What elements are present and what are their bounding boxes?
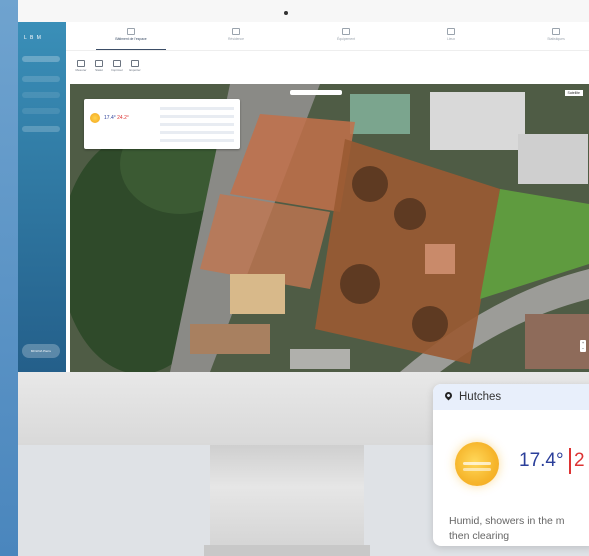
tab-equipment[interactable]: Équipement bbox=[311, 28, 381, 41]
measure-tool[interactable]: Mesurer bbox=[74, 60, 88, 72]
desk-background bbox=[0, 0, 18, 556]
max-temperature: 2 bbox=[574, 450, 585, 471]
weather-card[interactable]: Hutches 17.4° 2 Humid, showers in the m … bbox=[433, 384, 589, 546]
app-sidebar: L B M MOLINA Pierre bbox=[18, 22, 66, 372]
tab-residence[interactable]: Résidence bbox=[201, 28, 271, 41]
sun-icon bbox=[455, 442, 499, 486]
map-type-toggle[interactable]: Satellite bbox=[564, 90, 583, 96]
app-logo: L B M bbox=[24, 35, 42, 41]
monitor-stand-base bbox=[204, 545, 370, 556]
sidebar-item[interactable] bbox=[22, 76, 60, 82]
sun-icon bbox=[90, 113, 100, 123]
print-tool[interactable]: Imprimer bbox=[110, 60, 124, 72]
weather-location: Hutches bbox=[459, 391, 502, 403]
export-tool[interactable]: Exporter bbox=[128, 60, 142, 72]
popup-temperature: 17.4° 24.2° bbox=[104, 115, 129, 121]
popup-row bbox=[160, 115, 234, 118]
popup-row bbox=[160, 131, 234, 134]
popup-row bbox=[160, 123, 234, 126]
zoom-out-button[interactable]: − bbox=[580, 346, 586, 352]
zoom-controls: + − bbox=[580, 340, 586, 352]
status-tool[interactable]: Statut bbox=[92, 60, 106, 72]
weather-card-header: Hutches bbox=[433, 384, 589, 410]
home-icon bbox=[232, 28, 240, 35]
ruler-icon bbox=[77, 60, 85, 67]
satellite-map[interactable]: Satellite + − 17.4° 24.2° bbox=[70, 84, 589, 372]
temperature-divider bbox=[569, 448, 571, 474]
popup-row bbox=[160, 139, 234, 142]
sidebar-item[interactable] bbox=[22, 108, 60, 114]
current-temperature: 17.4° bbox=[519, 450, 564, 471]
chart-icon bbox=[552, 28, 560, 35]
tab-statistics[interactable]: Statistiques bbox=[521, 28, 589, 41]
camera-dot bbox=[284, 11, 288, 15]
weather-description: Humid, showers in the m then clearing bbox=[449, 515, 565, 542]
map-weather-popup: 17.4° 24.2° bbox=[84, 99, 240, 149]
status-icon bbox=[95, 60, 103, 67]
sidebar-item[interactable] bbox=[22, 92, 60, 98]
tab-places[interactable]: Lieux bbox=[416, 28, 486, 41]
export-icon bbox=[131, 60, 139, 67]
map-search-input[interactable] bbox=[290, 90, 342, 95]
monitor-bezel bbox=[18, 0, 589, 23]
building-icon bbox=[127, 28, 135, 35]
sidebar-user-button[interactable]: MOLINA Pierre bbox=[22, 344, 60, 358]
screen: L B M MOLINA Pierre Bâtiment de l'espace… bbox=[18, 22, 589, 372]
location-icon bbox=[447, 28, 455, 35]
top-tab-bar: Bâtiment de l'espace Résidence Équipemen… bbox=[66, 22, 589, 51]
location-pin-icon bbox=[443, 390, 454, 401]
sidebar-item[interactable] bbox=[22, 126, 60, 132]
monitor-stand bbox=[210, 445, 364, 550]
equipment-icon bbox=[342, 28, 350, 35]
print-icon bbox=[113, 60, 121, 67]
tab-building[interactable]: Bâtiment de l'espace bbox=[96, 28, 166, 50]
sidebar-search[interactable] bbox=[22, 56, 60, 62]
popup-row bbox=[160, 107, 234, 110]
monitor: L B M MOLINA Pierre Bâtiment de l'espace… bbox=[18, 0, 589, 445]
